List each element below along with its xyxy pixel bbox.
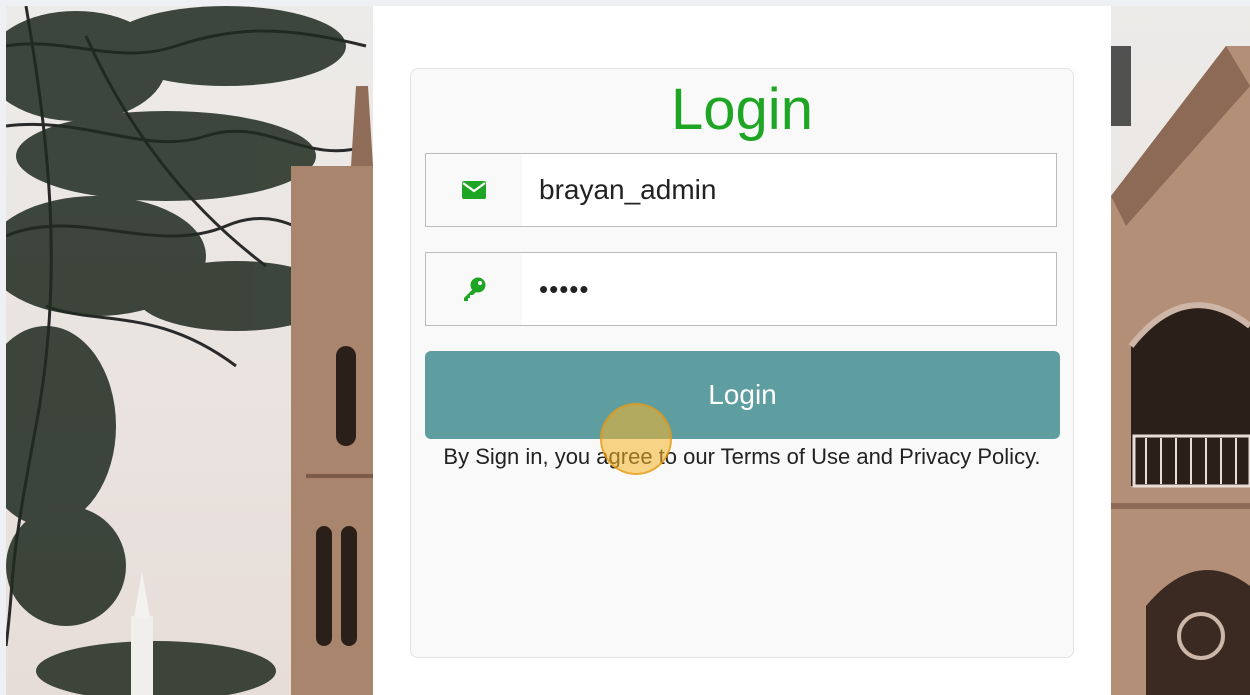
password-field: [425, 252, 1057, 326]
envelope-icon: [426, 154, 522, 226]
login-card: Login Login By Sign in, you agree t: [410, 68, 1074, 658]
terms-text: By Sign in, you agree to our Terms of Us…: [443, 444, 1041, 469]
username-input[interactable]: [522, 154, 1056, 226]
login-panel: Login Login By Sign in, you agree t: [373, 6, 1111, 695]
login-button[interactable]: Login: [425, 351, 1060, 439]
login-title: Login: [671, 77, 813, 142]
password-input[interactable]: [522, 253, 1056, 325]
username-field: [425, 153, 1057, 227]
key-icon: [426, 253, 522, 325]
